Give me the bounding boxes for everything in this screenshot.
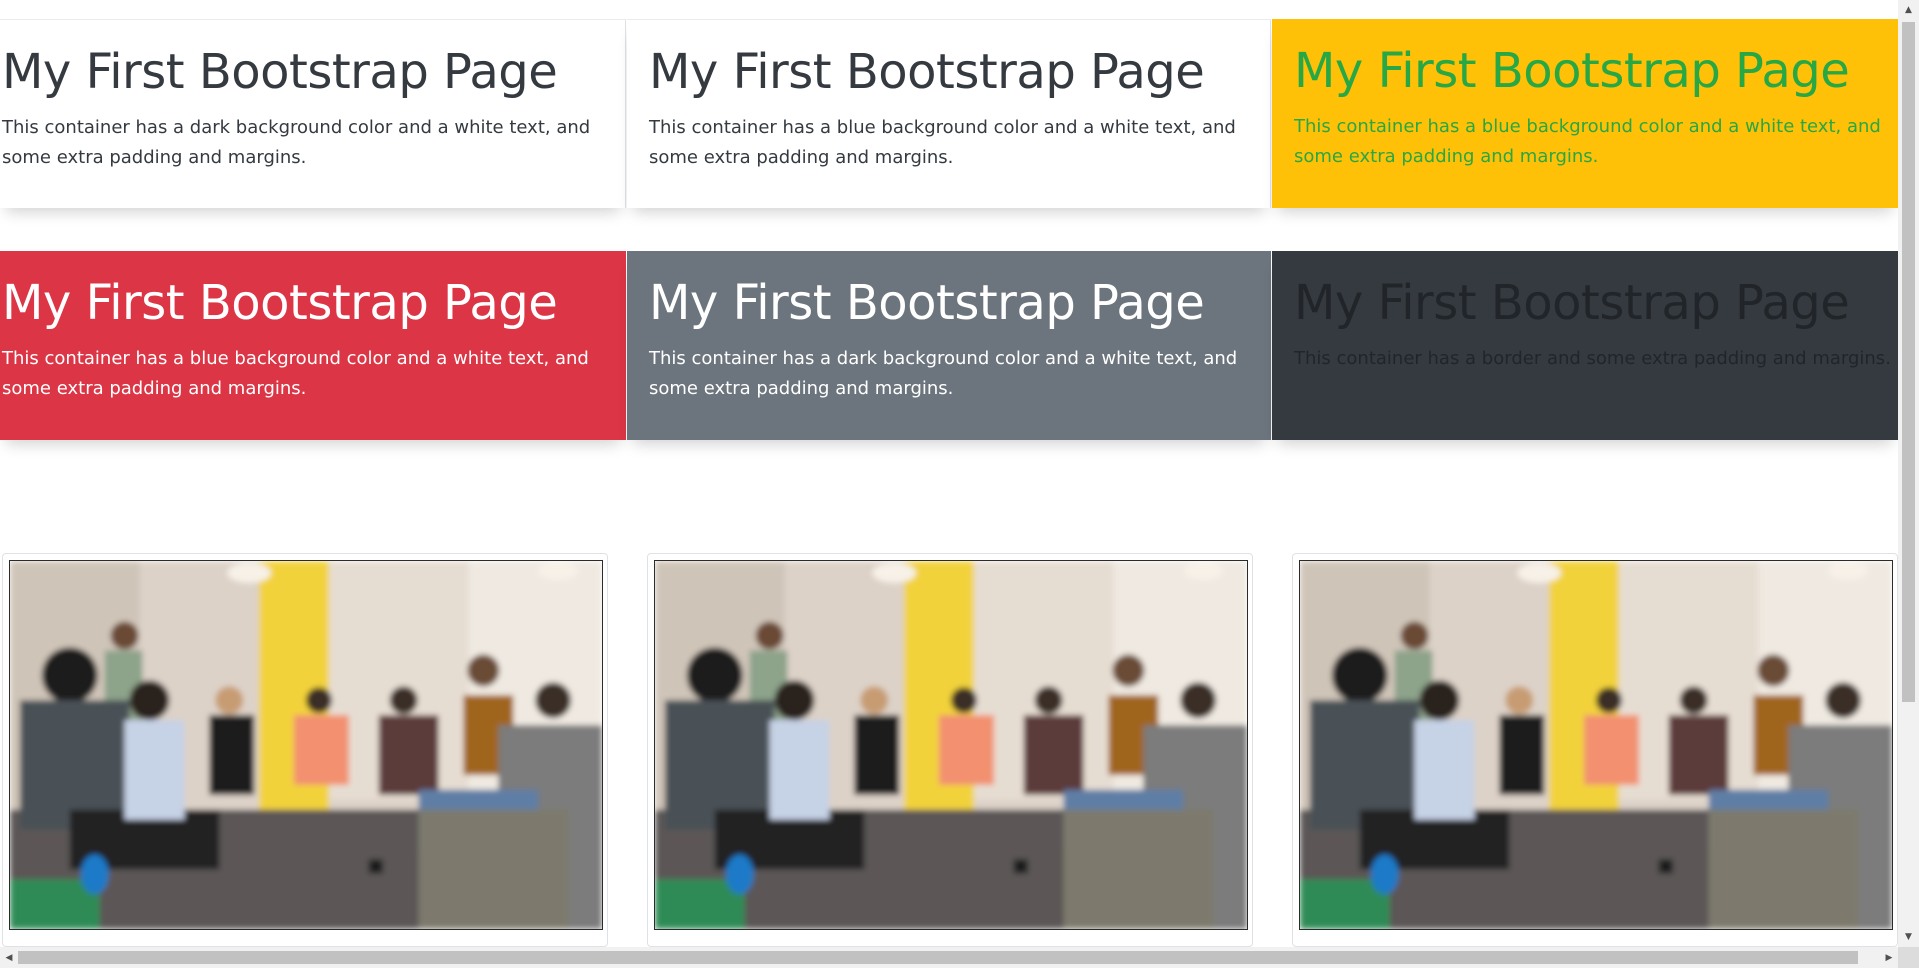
box-heading: My First Bootstrap Page bbox=[649, 44, 1205, 100]
horizontal-scroll-thumb[interactable] bbox=[18, 951, 1858, 964]
vertical-scrollbar[interactable]: ▲ ▼ bbox=[1898, 0, 1919, 947]
image-card-3 bbox=[1292, 553, 1898, 947]
container-box-3: My First Bootstrap Page This container h… bbox=[1272, 19, 1898, 208]
container-box-4: My First Bootstrap Page This container h… bbox=[0, 251, 626, 440]
image-card-2 bbox=[647, 553, 1253, 947]
horizontal-scrollbar[interactable]: ◀ ▶ bbox=[0, 947, 1898, 968]
meeting-photo bbox=[9, 560, 603, 930]
container-box-2: My First Bootstrap Page This container h… bbox=[627, 19, 1271, 208]
box-heading: My First Bootstrap Page bbox=[1294, 43, 1850, 99]
page: My First Bootstrap Page This container h… bbox=[0, 0, 1898, 947]
scroll-left-icon[interactable]: ◀ bbox=[0, 947, 18, 968]
box-text: This container has a blue background col… bbox=[2, 347, 589, 399]
container-box-1: My First Bootstrap Page This container h… bbox=[0, 19, 626, 208]
box-text: This container has a blue background col… bbox=[1294, 115, 1881, 167]
box-heading: My First Bootstrap Page bbox=[649, 275, 1205, 331]
box-text: This container has a blue background col… bbox=[649, 116, 1236, 168]
scroll-right-icon[interactable]: ▶ bbox=[1880, 947, 1898, 968]
meeting-photo bbox=[1299, 560, 1893, 930]
scroll-up-icon[interactable]: ▲ bbox=[1898, 0, 1919, 20]
container-box-6: My First Bootstrap Page This container h… bbox=[1272, 251, 1898, 440]
box-heading: My First Bootstrap Page bbox=[2, 44, 558, 100]
box-heading: My First Bootstrap Page bbox=[1294, 275, 1850, 331]
meeting-photo bbox=[654, 560, 1248, 930]
image-card-1 bbox=[2, 553, 608, 947]
box-text: This container has a border and some ext… bbox=[1294, 347, 1891, 369]
vertical-scroll-thumb[interactable] bbox=[1902, 22, 1915, 702]
container-box-5: My First Bootstrap Page This container h… bbox=[627, 251, 1271, 440]
box-heading: My First Bootstrap Page bbox=[2, 275, 558, 331]
scrollbar-corner bbox=[1898, 947, 1919, 968]
box-text: This container has a dark background col… bbox=[2, 116, 591, 168]
scroll-down-icon[interactable]: ▼ bbox=[1898, 927, 1919, 947]
box-text: This container has a dark background col… bbox=[649, 347, 1238, 399]
